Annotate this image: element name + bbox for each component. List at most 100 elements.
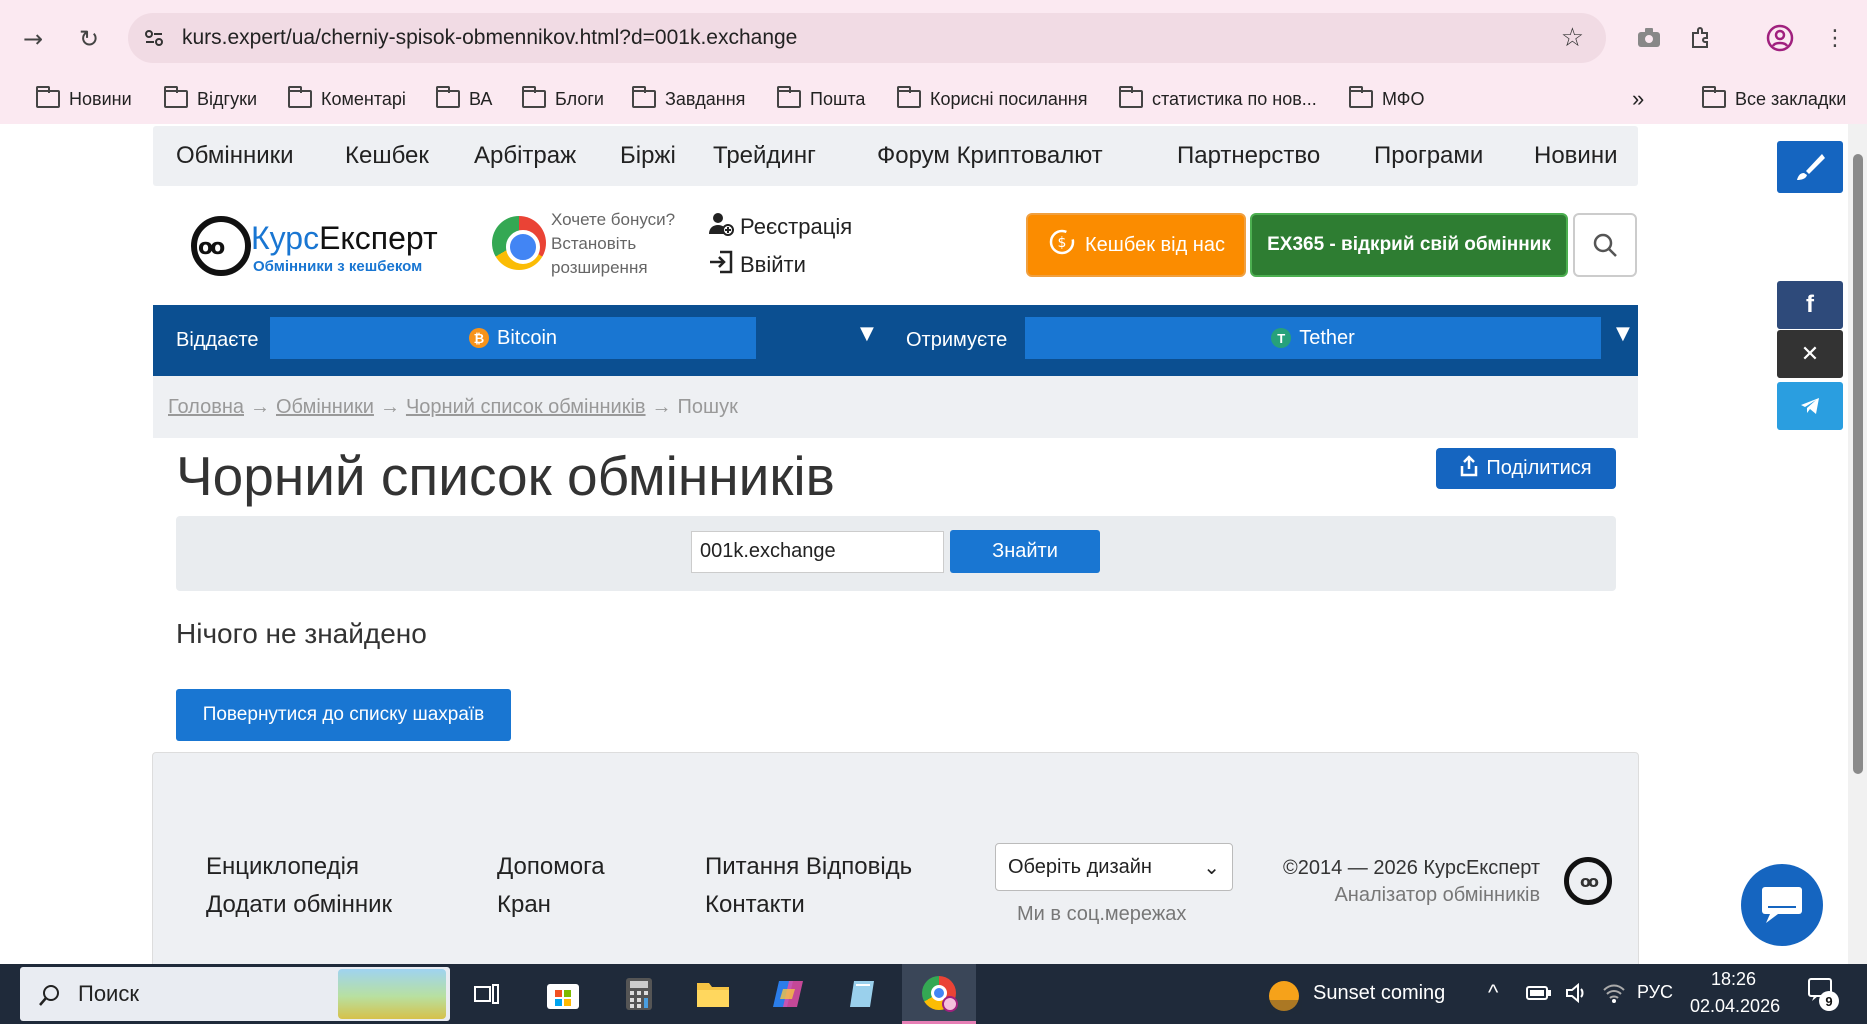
wifi-icon[interactable] <box>1602 982 1626 1008</box>
footer-link-add-exchanger[interactable]: Додати обмінник <box>206 891 392 919</box>
browser-menu-icon[interactable]: ⋮ <box>1819 22 1851 54</box>
get-currency-select[interactable]: T Tether <box>1025 317 1601 359</box>
calculator-icon[interactable] <box>619 974 659 1014</box>
address-row: → ↻ kurs.expert/ua/cherniy-spisok-obmenn… <box>0 0 1867 76</box>
give-currency-select[interactable]: ₿ Bitcoin <box>270 317 756 359</box>
nav-item-arbitrage[interactable]: Арбітраж <box>474 142 576 170</box>
tray-chevron-up-icon[interactable]: ^ <box>1488 980 1498 1006</box>
telegram-icon <box>1801 398 1819 414</box>
taskbar-search[interactable]: Поиск <box>20 967 450 1021</box>
dropdown-arrow-icon[interactable]: ▼ <box>860 323 874 344</box>
nav-item-trading[interactable]: Трейдинг <box>713 142 816 170</box>
find-button[interactable]: Знайти <box>950 530 1100 573</box>
input-language[interactable]: РУС <box>1637 982 1673 1003</box>
weather-text[interactable]: Sunset coming <box>1313 982 1445 1005</box>
bookmark-item[interactable]: МФО <box>1349 84 1424 114</box>
folder-icon <box>1702 86 1726 108</box>
breadcrumb-exchangers[interactable]: Обмінники <box>276 396 374 418</box>
bookmark-item[interactable]: статистика по нов... <box>1119 84 1317 114</box>
forward-icon[interactable]: → <box>16 22 50 56</box>
folder-icon <box>288 86 312 108</box>
give-label: Віддаєте <box>176 329 259 351</box>
footer-link-faucet[interactable]: Кран <box>497 891 551 919</box>
share-button[interactable]: Поділитися <box>1436 448 1616 489</box>
clock-date[interactable]: 02.04.2026 <box>1690 996 1780 1017</box>
back-to-scammers-button[interactable]: Повернутися до списку шахраїв <box>176 689 511 741</box>
chrome-taskbar-icon[interactable] <box>902 964 976 1024</box>
x-share-button[interactable]: ✕ <box>1777 330 1843 378</box>
bookmarks-bar: Новини Відгуки Коментарі ВА Блоги Завдан… <box>0 76 1867 122</box>
screenshot-icon[interactable] <box>1633 22 1665 54</box>
footer-glasses-logo-icon: oo <box>1564 857 1612 905</box>
all-bookmarks-button[interactable]: Все закладки <box>1702 84 1846 114</box>
chat-button[interactable] <box>1741 864 1823 946</box>
task-view-icon[interactable] <box>467 974 507 1014</box>
address-bar[interactable]: kurs.expert/ua/cherniy-spisok-obmennikov… <box>128 13 1606 63</box>
nav-item-exchanges[interactable]: Біржі <box>620 142 676 170</box>
site-logo[interactable]: oo КурсЕксперт Обмінники з кешбеком <box>191 216 461 280</box>
footer-link-faq[interactable]: Питання Відповідь <box>705 853 912 881</box>
nav-item-programs[interactable]: Програми <box>1374 142 1483 170</box>
bookmark-item[interactable]: Завдання <box>632 84 745 114</box>
dropdown-arrow-icon[interactable]: ▼ <box>1616 323 1630 344</box>
facebook-share-button[interactable]: f <box>1777 281 1843 329</box>
extensions-icon[interactable] <box>1685 22 1717 54</box>
notes-app-icon[interactable] <box>843 974 883 1014</box>
cashback-button[interactable]: $ Кешбек від нас <box>1026 213 1246 277</box>
weather-icon[interactable] <box>1266 978 1302 1014</box>
telegram-share-button[interactable] <box>1777 382 1843 430</box>
footer-link-help[interactable]: Допомога <box>497 853 605 881</box>
volume-icon[interactable] <box>1565 982 1589 1008</box>
profile-icon[interactable] <box>1764 22 1796 54</box>
store-icon[interactable] <box>543 974 583 1014</box>
bookmark-item[interactable]: Пошта <box>777 84 865 114</box>
breadcrumb-home[interactable]: Головна <box>168 396 244 418</box>
breadcrumb-blacklist[interactable]: Чорний список обмінників <box>406 396 646 418</box>
nav-item-forum[interactable]: Форум Криптовалют <box>877 142 1103 170</box>
url-text[interactable]: kurs.expert/ua/cherniy-spisok-obmennikov… <box>182 26 797 50</box>
exchanger-search-input[interactable]: 001k.exchange <box>691 531 944 573</box>
file-explorer-icon[interactable] <box>693 974 733 1014</box>
notification-count-badge: 9 <box>1819 991 1839 1011</box>
bookmark-star-icon[interactable]: ☆ <box>1561 23 1584 53</box>
folder-icon <box>1119 86 1143 108</box>
brush-icon <box>1797 154 1825 180</box>
login-icon <box>708 250 734 280</box>
bookmark-item[interactable]: Новини <box>36 84 132 114</box>
more-bookmarks-button[interactable]: » <box>1632 84 1644 114</box>
notifications-icon[interactable]: 9 <box>1808 978 1839 1011</box>
page-scrollbar[interactable] <box>1848 124 1867 964</box>
nav-item-exchangers[interactable]: Обмінники <box>176 142 294 170</box>
nav-item-cashback[interactable]: Кешбек <box>345 142 429 170</box>
bookmark-item[interactable]: Блоги <box>522 84 604 114</box>
nav-item-news[interactable]: Новини <box>1534 142 1618 170</box>
register-link[interactable]: Реєстрація <box>708 208 852 246</box>
social-caption: Ми в соц.мережах <box>1017 903 1187 925</box>
site-search-button[interactable] <box>1573 213 1637 277</box>
breadcrumb-current: Пошук <box>677 396 738 418</box>
ex365-button[interactable]: EX365 - відкрий свій обмінник <box>1250 213 1568 277</box>
breadcrumb: Головна → Обмінники → Чорний список обмінник… <box>153 376 1638 438</box>
brush-design-button[interactable] <box>1777 141 1843 193</box>
nav-item-partnership[interactable]: Партнерство <box>1177 142 1320 170</box>
footer-link-encyclopedia[interactable]: Енциклопедія <box>206 853 359 881</box>
exchange-selector-bar: Віддаєте ₿ Bitcoin ▼ Отримуєте T Tether … <box>153 305 1638 376</box>
design-select[interactable]: Оберіть дизайн ⌄ <box>995 843 1233 891</box>
bookmark-item[interactable]: Корисні посилання <box>897 84 1087 114</box>
footer-link-contacts[interactable]: Контакти <box>705 891 805 919</box>
login-link[interactable]: Ввійти <box>708 246 852 284</box>
clock-time[interactable]: 18:26 <box>1711 969 1756 990</box>
bookmark-item[interactable]: Коментарі <box>288 84 406 114</box>
bookmark-item[interactable]: ВА <box>436 84 492 114</box>
reload-icon[interactable]: ↻ <box>72 22 106 56</box>
battery-icon[interactable] <box>1526 984 1552 1006</box>
site-settings-icon[interactable] <box>142 26 166 50</box>
windows-taskbar: Поиск Sunset coming ^ РУС 18:26 02.04.20 <box>0 964 1867 1024</box>
scrollbar-thumb[interactable] <box>1853 154 1863 774</box>
extension-promo[interactable]: Хочете бонуси? Встановіть розширення <box>551 208 701 280</box>
get-label: Отримуєте <box>906 329 1008 351</box>
page-content: Обмінники Кешбек Арбітраж Біржі Трейдинг… <box>0 124 1867 972</box>
bookmark-item[interactable]: Відгуки <box>164 84 257 114</box>
copilot-icon[interactable] <box>768 974 808 1014</box>
chrome-extension-icon[interactable] <box>492 216 546 270</box>
